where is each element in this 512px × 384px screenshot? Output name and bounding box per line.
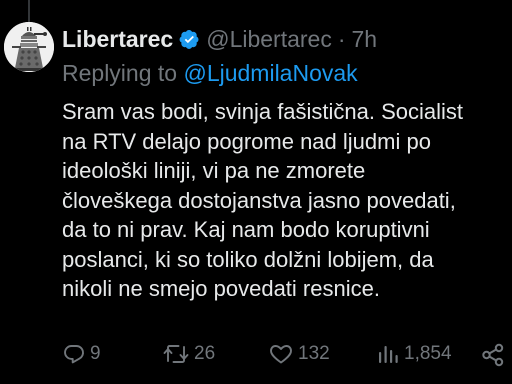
like-button[interactable]: 132 xyxy=(268,342,330,366)
reply-count: 9 xyxy=(90,343,101,364)
retweet-count: 26 xyxy=(194,343,216,364)
views-button[interactable]: 1,854 xyxy=(376,342,452,366)
reply-icon xyxy=(64,345,84,364)
tweet-text-line: da to ni prav. Kaj nam bodo koruptivni xyxy=(62,217,430,242)
reply-button[interactable]: 9 xyxy=(62,342,101,366)
tweet: Libertarec @Libertarec · 7h Replying to … xyxy=(62,26,512,304)
replying-to: Replying to @LjudmilaNovak xyxy=(62,60,512,87)
dalek-avatar-icon xyxy=(4,22,54,72)
avatar[interactable] xyxy=(4,22,54,72)
retweet-button[interactable]: 26 xyxy=(162,342,215,366)
tweet-text-line: poslanci, ki so toliko dolžni lobijem, d… xyxy=(62,246,434,272)
separator-dot: · xyxy=(337,25,346,52)
tweet-header: Libertarec @Libertarec · 7h xyxy=(62,26,512,52)
replying-to-mention[interactable]: @LjudmilaNovak xyxy=(183,60,357,86)
display-name[interactable]: Libertarec xyxy=(62,26,173,53)
share-icon xyxy=(482,343,504,367)
like-count: 132 xyxy=(298,343,330,364)
heart-icon xyxy=(270,345,292,364)
views-icon xyxy=(379,346,398,363)
tweet-text-line: na RTV delajo pogrome nad ljudmi po xyxy=(62,128,431,154)
tweet-text-line: Sram vas bodi, svinja fašistična. Social… xyxy=(62,99,464,124)
action-bar: 9 26 132 1,854 xyxy=(62,342,512,370)
retweet-icon xyxy=(163,345,189,363)
verified-badge-icon xyxy=(179,29,199,49)
views-count: 1,854 xyxy=(404,343,452,364)
tweet-text-line: nikoli ne smejo povedati resnice. xyxy=(62,276,380,301)
timestamp[interactable]: 7h xyxy=(352,26,378,53)
thread-connector-line xyxy=(28,0,30,22)
share-button[interactable] xyxy=(480,342,506,368)
tweet-text: Sram vas bodi, svinja fašistična. Social… xyxy=(62,97,512,304)
tweet-text-line: človeškega dostojanstva jasno povedati, xyxy=(62,187,456,213)
tweet-text-line: ideološki liniji, vi pa ne zmorete xyxy=(62,158,366,183)
user-handle[interactable]: @Libertarec xyxy=(206,26,332,53)
replying-to-prefix: Replying to xyxy=(62,60,184,86)
